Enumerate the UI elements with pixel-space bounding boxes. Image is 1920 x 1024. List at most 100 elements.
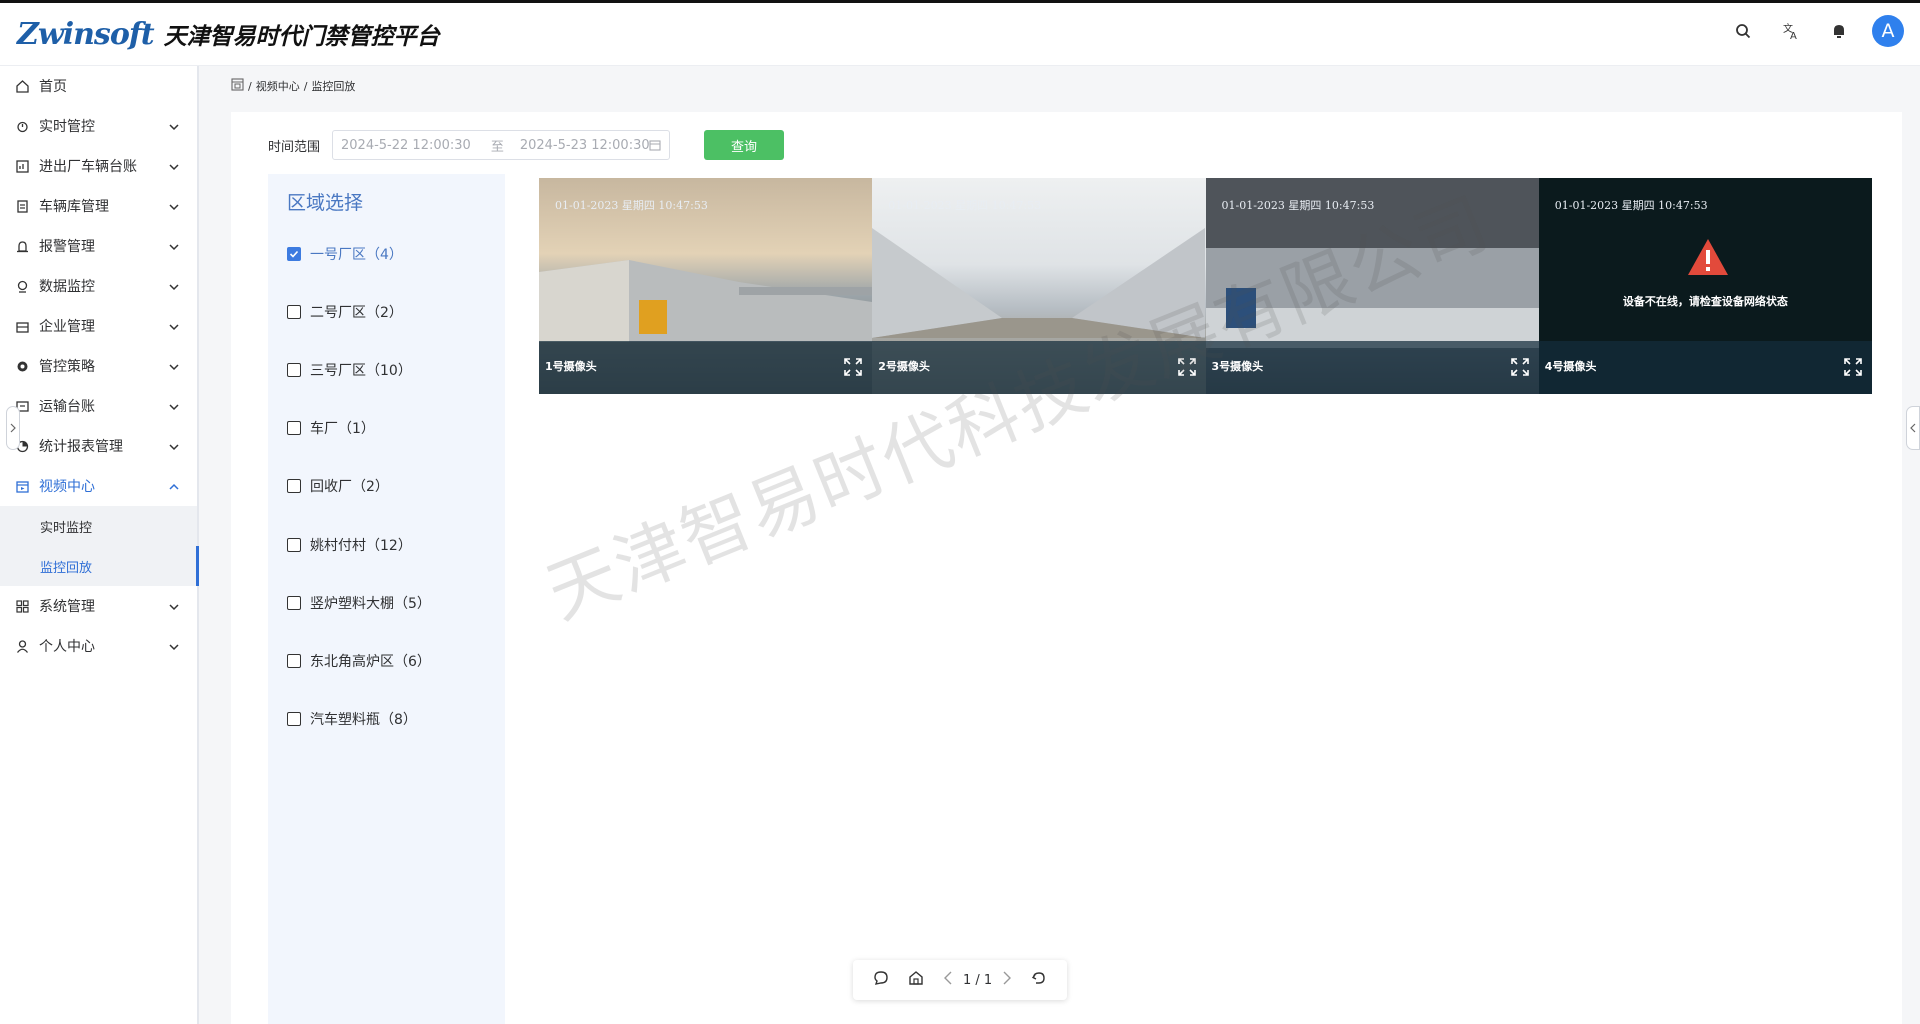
checkbox-icon[interactable] [287,363,301,377]
checkbox-icon[interactable] [287,596,301,610]
sidebar-item-label: 运输台账 [39,399,95,415]
region-item[interactable]: 回收厂（2） [287,476,389,496]
sidebar-item-video-center[interactable]: 视频中心 [0,466,197,506]
sidebar-item-transport[interactable]: 运输台账 [0,386,197,426]
sidebar-collapse-handle[interactable] [6,406,20,450]
region-label: 二号厂区（2） [310,305,403,321]
region-item[interactable]: 姚村付村（12） [287,535,412,555]
breadcrumb-level2: 监控回放 [311,80,356,93]
next-page-icon[interactable] [1002,971,1012,989]
sidebar-item-label: 管控策略 [39,359,95,375]
camera-name: 4号摄像头 [1544,360,1597,373]
checkbox-icon[interactable] [287,712,301,726]
date-end[interactable]: 2024-5-23 12:00:30 [520,138,650,153]
sidebar-item-realtime[interactable]: 实时管控 [0,106,197,146]
content-card: 时间范围 2024-5-22 12:00:30 至 2024-5-23 12:0… [231,112,1902,1024]
sidebar-item-data-monitor[interactable]: 数据监控 [0,266,197,306]
chevron-down-icon [169,280,179,296]
region-item[interactable]: 车厂（1） [287,418,375,438]
home-icon[interactable] [908,970,924,990]
fullscreen-icon[interactable] [1177,358,1196,380]
checkbox-checked-icon[interactable] [287,247,301,261]
region-item[interactable]: 三号厂区（10） [287,360,412,380]
checkbox-icon[interactable] [287,479,301,493]
region-item[interactable]: 一号厂区（4） [287,244,403,264]
camera-grid: 01-01-2023 星期四 10:47:53 1号摄像头 01-01-2023… [539,178,1872,394]
avatar[interactable]: A [1872,15,1904,47]
chevron-left-icon [1910,423,1916,433]
checkbox-icon[interactable] [287,421,301,435]
date-start[interactable]: 2024-5-22 12:00:30 [341,138,471,153]
sidebar: 首页 实时管控 进出厂车辆台账 车辆库管理 报警管理 数据监控 企业管理 管控策… [0,66,199,1024]
system-icon [15,599,29,613]
sidebar-item-vehicle-library[interactable]: 车辆库管理 [0,186,197,226]
filter-row: 时间范围 2024-5-22 12:00:30 至 2024-5-23 12:0… [268,130,785,160]
user-icon [15,639,29,653]
date-range-picker[interactable]: 2024-5-22 12:00:30 至 2024-5-23 12:00:30 [332,130,671,160]
region-item[interactable]: 竖炉塑料大棚（5） [287,593,431,613]
sidebar-item-personal[interactable]: 个人中心 [0,626,197,666]
prev-page-icon[interactable] [943,971,953,989]
breadcrumb-level1[interactable]: 视频中心 [256,78,300,94]
sidebar-item-home[interactable]: 首页 [0,66,197,106]
fullscreen-icon[interactable] [1510,358,1529,380]
translate-icon[interactable]: 文A [1776,16,1806,46]
sidebar-item-label: 企业管理 [39,319,95,335]
chevron-down-icon [169,160,179,176]
checkbox-icon[interactable] [287,305,301,319]
logo-text: Zwinsoft [17,16,155,52]
fullscreen-icon[interactable] [1844,358,1862,380]
sidebar-item-label: 报警管理 [39,239,95,255]
sidebar-item-label: 视频中心 [39,479,95,495]
chevron-down-icon [169,640,179,656]
breadcrumb-home-icon[interactable] [231,78,244,94]
chevron-down-icon [169,440,179,456]
sidebar-item-label: 统计报表管理 [39,439,123,455]
search-icon[interactable] [1728,16,1758,46]
offline-message: 设备不在线，请检查设备网络状态 [1622,295,1788,308]
sidebar-item-report[interactable]: 统计报表管理 [0,426,197,466]
sidebar-subitem-realtime-monitor[interactable]: 实时监控 [0,506,197,546]
sidebar-item-vehicle-ledger[interactable]: 进出厂车辆台账 [0,146,197,186]
chevron-down-icon [169,240,179,256]
camera-timestamp: 01-01-2023 星期四 10:47:53 [888,199,1042,212]
right-panel-handle[interactable] [1906,406,1920,450]
chevron-right-icon [10,423,16,433]
pager-toolbar: 1 / 1 [853,960,1067,1000]
region-item[interactable]: 二号厂区（2） [287,302,403,322]
checkbox-icon[interactable] [287,654,301,668]
region-item[interactable]: 汽车塑料瓶（8） [287,709,417,729]
calendar-icon [649,139,661,155]
data-monitor-icon [15,279,29,293]
region-label: 一号厂区（4） [310,247,403,263]
camera-name: 2号摄像头 [878,360,930,373]
date-separator: 至 [490,139,504,155]
bell-icon[interactable] [1824,16,1854,46]
fullscreen-icon[interactable] [844,358,863,380]
page-indicator: 1 / 1 [963,972,993,988]
chevron-down-icon [169,200,179,216]
camera-tile[interactable]: 01-01-2023 星期四 10:47:53 设备不在线，请检查设备网络状态 … [1538,178,1872,394]
chevron-down-icon [169,320,179,336]
sidebar-item-strategy[interactable]: 管控策略 [0,346,197,386]
camera-tile[interactable]: 01-01-2023 星期四 10:47:53 1号摄像头 [539,178,873,394]
region-label: 三号厂区（10） [310,363,412,379]
sidebar-subitem-playback[interactable]: 监控回放 [0,546,199,586]
sidebar-item-label: 首页 [39,79,67,95]
comment-icon[interactable] [873,970,889,990]
undo-icon[interactable] [1031,970,1047,990]
vehicle-library-icon [15,199,29,213]
region-item[interactable]: 东北角高炉区（6） [287,651,431,671]
home-icon [15,79,29,93]
query-button[interactable]: 查询 [704,130,785,160]
sidebar-item-enterprise[interactable]: 企业管理 [0,306,197,346]
checkbox-icon[interactable] [287,538,301,552]
sidebar-item-alarm[interactable]: 报警管理 [0,226,197,266]
region-title: 区域选择 [287,192,364,214]
chevron-down-icon [169,360,179,376]
camera-tile[interactable]: 01-01-2023 星期四 10:47:53 3号摄像头 [1205,178,1539,394]
region-label: 姚村付村（12） [310,538,412,554]
sidebar-item-system[interactable]: 系统管理 [0,586,197,626]
sidebar-item-label: 系统管理 [39,599,95,615]
camera-tile[interactable]: 01-01-2023 星期四 10:47:53 2号摄像头 [872,178,1206,394]
